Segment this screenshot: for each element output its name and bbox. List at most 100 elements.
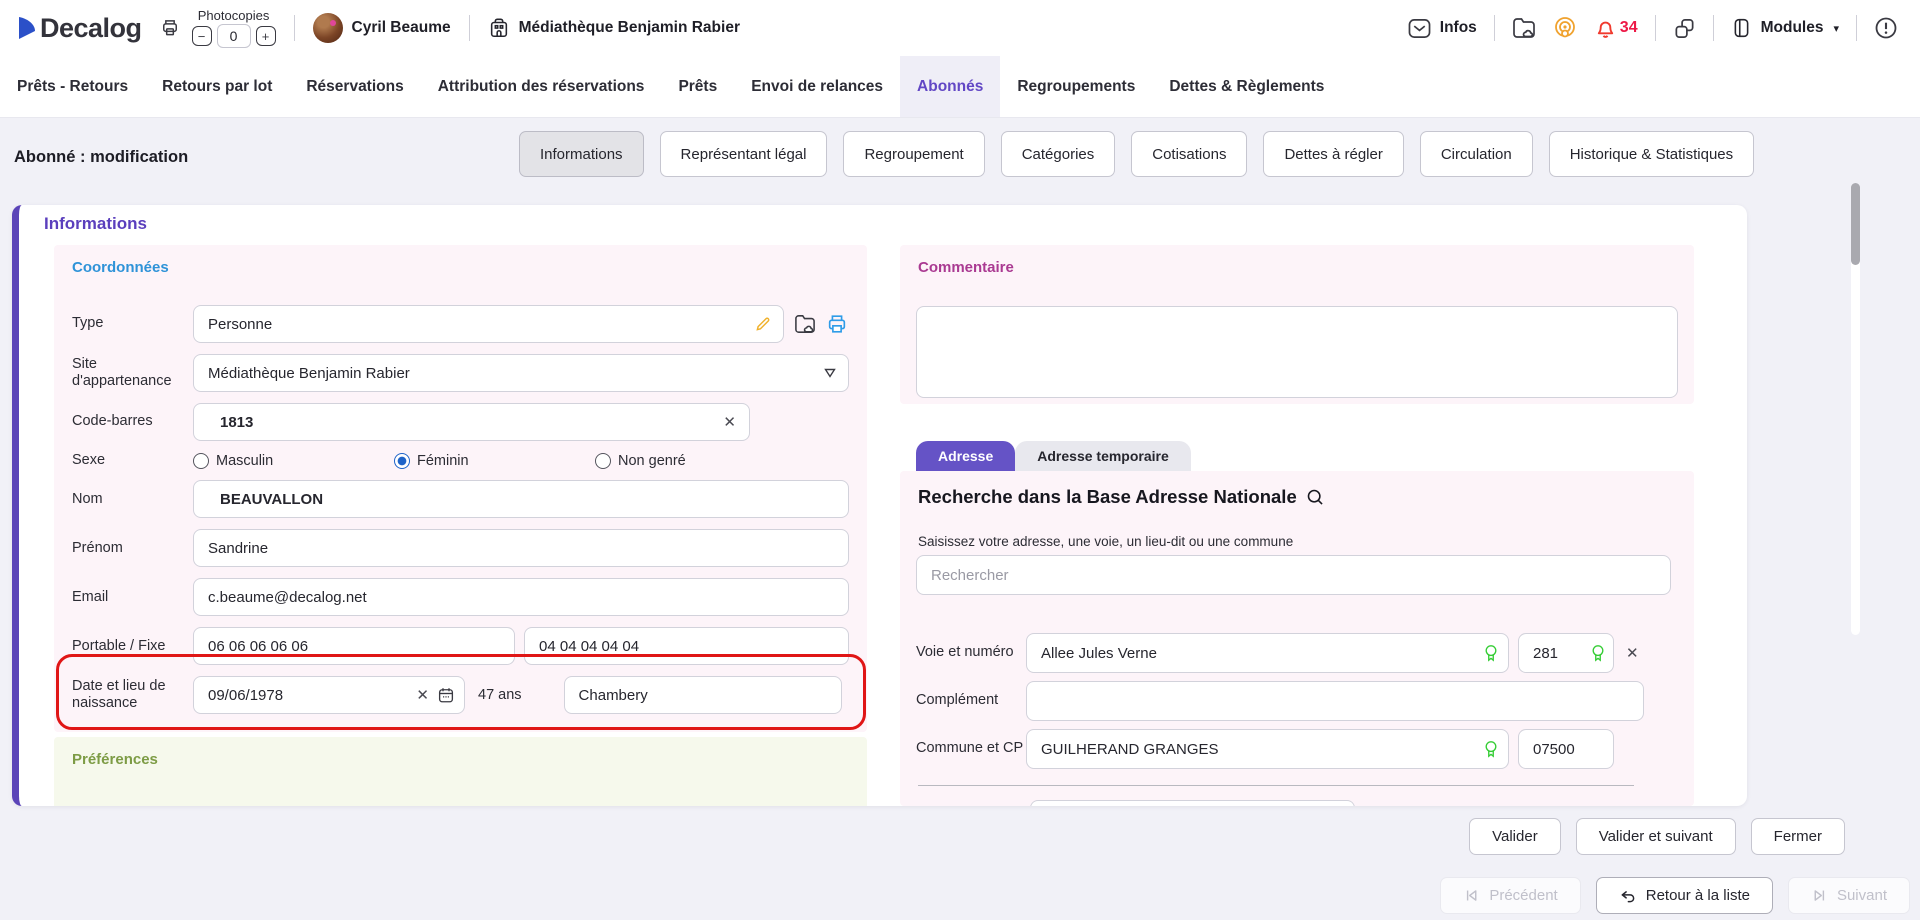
- notifications-count-badge: 34: [1620, 19, 1638, 37]
- complement-input[interactable]: [1026, 681, 1644, 721]
- nav-dettes-reglements[interactable]: Dettes & Règlements: [1152, 56, 1341, 117]
- nav-abonnes[interactable]: Abonnés: [900, 56, 1000, 117]
- nav-prets-retours[interactable]: Prêts - Retours: [0, 56, 145, 117]
- prenom-input[interactable]: [193, 529, 849, 567]
- calendar-icon[interactable]: [437, 686, 455, 704]
- nav-retours-par-lot[interactable]: Retours par lot: [145, 56, 289, 117]
- tab-dettes-a-regler[interactable]: Dettes à régler: [1263, 131, 1403, 177]
- radio-circle[interactable]: [595, 453, 611, 469]
- address-divider: [918, 785, 1634, 786]
- radio-non-genre[interactable]: Non genré: [595, 453, 796, 469]
- tab-adresse[interactable]: Adresse: [916, 441, 1015, 471]
- section-coordonnees: Coordonnées Type: [54, 245, 867, 732]
- voie-numero-label: Voie et numéro: [916, 644, 1026, 661]
- ban-hint: Saisissez votre adresse, une voie, un li…: [918, 534, 1293, 549]
- cp-input[interactable]: [1518, 729, 1614, 769]
- radio-feminin[interactable]: Féminin: [394, 453, 595, 469]
- tab-informations[interactable]: Informations: [519, 131, 644, 177]
- logo-text: Decalog: [40, 13, 142, 44]
- search-icon[interactable]: [1305, 487, 1326, 508]
- undo-icon: [1619, 887, 1637, 905]
- commentaire-textarea[interactable]: [916, 306, 1678, 398]
- row-email: Email: [72, 578, 849, 616]
- header-divider: [469, 15, 470, 41]
- app-header: Decalog Photocopies − 0 + Cyril Beaume M…: [0, 0, 1920, 56]
- verified-badge-icon: [1483, 643, 1499, 663]
- tab-representant-legal[interactable]: Représentant légal: [660, 131, 828, 177]
- skip-previous-icon: [1463, 887, 1480, 904]
- user-menu[interactable]: Cyril Beaume: [313, 13, 451, 43]
- nav-envoi-relances[interactable]: Envoi de relances: [734, 56, 900, 117]
- commune-input[interactable]: [1026, 729, 1509, 769]
- row-code-barres: Code-barres ✕: [72, 403, 849, 441]
- site-name: Médiathèque Benjamin Rabier: [519, 19, 740, 37]
- header-divider: [1655, 15, 1656, 41]
- clear-icon[interactable]: ✕: [1626, 646, 1639, 661]
- tab-cotisations[interactable]: Cotisations: [1131, 131, 1247, 177]
- fixe-input[interactable]: [524, 627, 849, 665]
- record-tabbar: Informations Représentant légal Regroupe…: [519, 131, 1754, 177]
- photocopies-decrement-button[interactable]: −: [192, 26, 212, 46]
- type-input[interactable]: [193, 305, 784, 343]
- site-appartenance-input[interactable]: [193, 354, 849, 392]
- row-telephones: Portable / Fixe: [72, 627, 849, 665]
- partial-input[interactable]: [1030, 800, 1355, 806]
- valider-button[interactable]: Valider: [1469, 818, 1561, 855]
- row-type: Type: [72, 305, 849, 343]
- radio-circle-selected[interactable]: [394, 453, 410, 469]
- logo-flag-icon: [16, 14, 38, 42]
- scrollbar-thumb[interactable]: [1851, 183, 1860, 265]
- nom-input[interactable]: [193, 480, 849, 518]
- pencil-icon[interactable]: [754, 315, 772, 333]
- nav-regroupements[interactable]: Regroupements: [1000, 56, 1152, 117]
- clear-icon[interactable]: ✕: [416, 688, 429, 703]
- nav-reservations[interactable]: Réservations: [289, 56, 420, 117]
- tab-adresse-temporaire[interactable]: Adresse temporaire: [1015, 441, 1191, 471]
- valider-et-suivant-button[interactable]: Valider et suivant: [1576, 818, 1736, 855]
- section-preferences: Préférences: [54, 737, 867, 806]
- nav-prets[interactable]: Prêts: [661, 56, 734, 117]
- modules-menu[interactable]: Modules ▾: [1731, 17, 1839, 39]
- tab-circulation[interactable]: Circulation: [1420, 131, 1533, 177]
- about-button[interactable]: [1874, 16, 1898, 40]
- header-divider: [1856, 15, 1857, 41]
- tab-regroupement[interactable]: Regroupement: [843, 131, 984, 177]
- email-input[interactable]: [193, 578, 849, 616]
- suivant-button: Suivant: [1788, 877, 1910, 914]
- row-complement: Complément: [916, 681, 1644, 721]
- folder-cloud-icon[interactable]: [794, 314, 816, 334]
- chevron-down-icon[interactable]: [824, 368, 836, 378]
- radio-circle[interactable]: [193, 453, 209, 469]
- clear-icon[interactable]: ✕: [723, 415, 736, 430]
- type-label: Type: [72, 315, 193, 332]
- photocopier-icon: [160, 18, 180, 38]
- printer-icon[interactable]: [826, 313, 848, 335]
- skip-next-icon: [1811, 887, 1828, 904]
- photocopies-control: Photocopies − 0 +: [192, 8, 276, 48]
- infos-label: Infos: [1440, 19, 1477, 37]
- code-barres-input[interactable]: [193, 403, 750, 441]
- portable-input[interactable]: [193, 627, 515, 665]
- nav-attribution-reservations[interactable]: Attribution des réservations: [421, 56, 662, 117]
- retour-a-la-liste-button[interactable]: Retour à la liste: [1596, 877, 1773, 914]
- photocopies-increment-button[interactable]: +: [256, 26, 276, 46]
- hotspot-button[interactable]: [1553, 16, 1577, 40]
- lieu-naissance-input[interactable]: [564, 676, 842, 714]
- external-link-button[interactable]: [1673, 17, 1696, 40]
- fermer-button[interactable]: Fermer: [1751, 818, 1845, 855]
- section-adresse: Recherche dans la Base Adresse Nationale…: [900, 471, 1694, 806]
- radio-masculin[interactable]: Masculin: [193, 453, 394, 469]
- notifications-button[interactable]: 34: [1594, 17, 1638, 40]
- scrollbar-track[interactable]: [1851, 183, 1860, 635]
- tab-categories[interactable]: Catégories: [1001, 131, 1116, 177]
- ban-title: Recherche dans la Base Adresse Nationale: [918, 486, 1326, 508]
- documents-button[interactable]: [1512, 17, 1536, 39]
- user-name: Cyril Beaume: [352, 19, 451, 37]
- voie-input[interactable]: [1026, 633, 1509, 673]
- address-tabbar: Adresse Adresse temporaire: [916, 441, 1191, 471]
- tab-historique-statistiques[interactable]: Historique & Statistiques: [1549, 131, 1754, 177]
- ban-search-input[interactable]: [916, 555, 1671, 595]
- decalog-logo[interactable]: Decalog: [16, 13, 142, 44]
- site-selector[interactable]: Médiathèque Benjamin Rabier: [488, 17, 740, 39]
- infos-button[interactable]: Infos: [1408, 18, 1477, 39]
